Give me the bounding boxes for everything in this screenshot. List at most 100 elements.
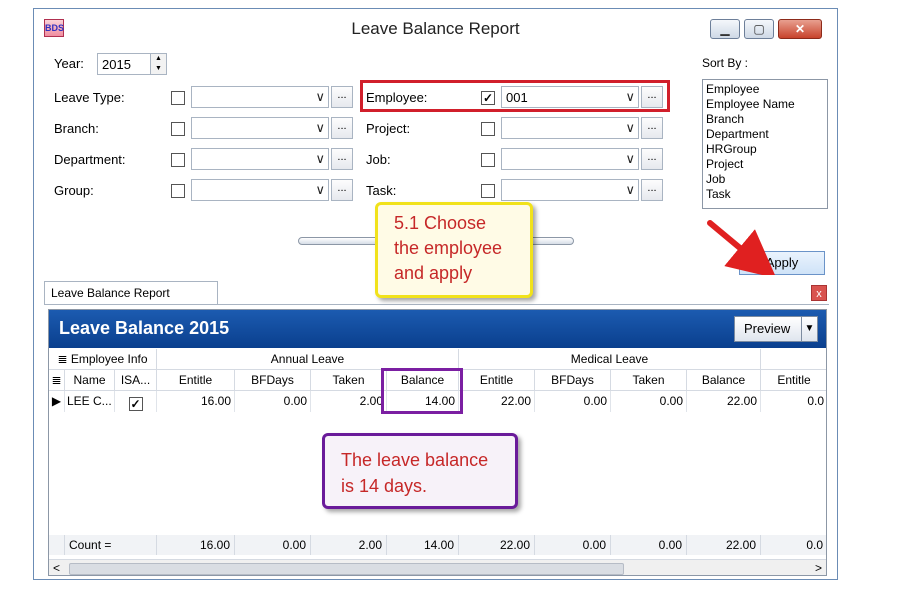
sort-item[interactable]: Department <box>706 127 824 142</box>
job-lookup-button[interactable]: ... <box>641 148 663 170</box>
leave-type-combo[interactable]: ∨ <box>191 86 329 108</box>
chevron-down-icon: ∨ <box>315 151 325 166</box>
job-combo[interactable]: ∨ <box>501 148 639 170</box>
branch-label: Branch: <box>54 121 99 136</box>
report-header: Leave Balance 2015 Preview ▼ <box>49 310 826 348</box>
column-header-medical-entitle[interactable]: Entitle <box>459 370 535 391</box>
tab-leave-balance-report[interactable]: Leave Balance Report <box>44 281 218 305</box>
callout-choose-employee: 5.1 Choose the employee and apply <box>375 202 533 298</box>
scroll-left-icon[interactable]: < <box>53 561 60 575</box>
column-header-medical-balance[interactable]: Balance <box>687 370 761 391</box>
leave-type-lookup-button[interactable]: ... <box>331 86 353 108</box>
tab-divider <box>44 304 829 305</box>
band-menu-icon[interactable]: ≣ <box>57 352 70 366</box>
isactive-checkbox[interactable]: ✓ <box>128 397 143 411</box>
year-label: Year: <box>54 56 84 71</box>
footer-medical-entitle: 22.00 <box>459 535 535 555</box>
scrollbar-thumb[interactable] <box>69 563 624 575</box>
cell-next-entitle[interactable]: 0.0 <box>761 391 826 412</box>
year-down-icon[interactable]: ▼ <box>150 64 166 74</box>
sort-item[interactable]: Employee Name <box>706 97 824 112</box>
cell-isactive[interactable]: ✓ <box>115 391 157 412</box>
branch-lookup-button[interactable]: ... <box>331 117 353 139</box>
column-header-medical-bfdays[interactable]: BFDays <box>535 370 611 391</box>
cell-annual-bfdays[interactable]: 0.00 <box>235 391 311 412</box>
column-header-annual-bfdays[interactable]: BFDays <box>235 370 311 391</box>
cell-name[interactable]: LEE C... <box>65 391 115 412</box>
footer-annual-balance: 14.00 <box>387 535 459 555</box>
column-header-annual-taken[interactable]: Taken <box>311 370 387 391</box>
sort-item[interactable]: Branch <box>706 112 824 127</box>
close-button[interactable]: ✕ <box>778 19 822 39</box>
year-spin-input[interactable]: 2015 ▲ ▼ <box>97 53 167 75</box>
column-header-next-entitle[interactable]: Entitle <box>761 370 826 391</box>
report-title: Leave Balance 2015 <box>59 318 230 338</box>
task-checkbox[interactable] <box>481 184 495 198</box>
cell-medical-balance[interactable]: 22.00 <box>687 391 761 412</box>
band-medical-leave: Medical Leave <box>459 349 761 370</box>
minimize-button[interactable]: ▁ <box>710 19 740 39</box>
footer-annual-bfdays: 0.00 <box>235 535 311 555</box>
sort-item[interactable]: HRGroup <box>706 142 824 157</box>
footer-medical-balance: 22.00 <box>687 535 761 555</box>
maximize-button[interactable]: ▢ <box>744 19 774 39</box>
department-lookup-button[interactable]: ... <box>331 148 353 170</box>
sort-item[interactable]: Employee <box>706 82 824 97</box>
cell-medical-taken[interactable]: 0.00 <box>611 391 687 412</box>
task-combo[interactable]: ∨ <box>501 179 639 201</box>
branch-combo[interactable]: ∨ <box>191 117 329 139</box>
task-label: Task: <box>366 183 397 198</box>
chevron-down-icon[interactable]: ▼ <box>801 317 817 341</box>
task-lookup-button[interactable]: ... <box>641 179 663 201</box>
branch-checkbox[interactable] <box>171 122 185 136</box>
leave-type-label: Leave Type: <box>54 90 125 105</box>
chevron-down-icon: ∨ <box>315 182 325 197</box>
employee-highlight-box <box>360 80 670 112</box>
group-lookup-button[interactable]: ... <box>331 179 353 201</box>
horizontal-scrollbar[interactable]: < > <box>49 559 826 575</box>
column-menu-icon[interactable]: ≣ <box>49 370 65 391</box>
sort-by-list[interactable]: Employee Employee Name Branch Department… <box>702 79 828 209</box>
column-header-name[interactable]: Name <box>65 370 115 391</box>
preview-button[interactable]: Preview ▼ <box>734 316 818 342</box>
footer-next-entitle: 0.0 <box>761 535 826 555</box>
chevron-down-icon: ∨ <box>625 151 635 166</box>
chevron-down-icon: ∨ <box>315 89 325 104</box>
group-label: Group: <box>54 183 94 198</box>
group-checkbox[interactable] <box>171 184 185 198</box>
year-up-icon[interactable]: ▲ <box>150 54 166 64</box>
job-label: Job: <box>366 152 391 167</box>
cell-annual-entitle[interactable]: 16.00 <box>157 391 235 412</box>
preview-label: Preview <box>744 321 791 336</box>
band-next <box>761 349 826 370</box>
project-checkbox[interactable] <box>481 122 495 136</box>
job-checkbox[interactable] <box>481 153 495 167</box>
row-indicator-icon: ▶ <box>49 391 65 412</box>
department-checkbox[interactable] <box>171 153 185 167</box>
department-combo[interactable]: ∨ <box>191 148 329 170</box>
sort-item[interactable]: Project <box>706 157 824 172</box>
cell-medical-entitle[interactable]: 22.00 <box>459 391 535 412</box>
department-label: Department: <box>54 152 126 167</box>
chevron-down-icon: ∨ <box>315 120 325 135</box>
sort-by-label: Sort By : <box>702 56 749 70</box>
chevron-down-icon: ∨ <box>625 182 635 197</box>
cell-medical-bfdays[interactable]: 0.00 <box>535 391 611 412</box>
project-combo[interactable]: ∨ <box>501 117 639 139</box>
sort-item[interactable]: Job <box>706 172 824 187</box>
group-combo[interactable]: ∨ <box>191 179 329 201</box>
footer-count: Count = <box>65 535 157 555</box>
footer-annual-taken: 2.00 <box>311 535 387 555</box>
scroll-right-icon[interactable]: > <box>815 561 822 575</box>
column-header-medical-taken[interactable]: Taken <box>611 370 687 391</box>
column-header-isactive[interactable]: ISA... <box>115 370 157 391</box>
title-bar: BDS Leave Balance Report ▁ ▢ ✕ <box>34 9 837 47</box>
footer-medical-taken: 0.00 <box>611 535 687 555</box>
cell-annual-taken[interactable]: 2.00 <box>311 391 387 412</box>
project-lookup-button[interactable]: ... <box>641 117 663 139</box>
leave-type-checkbox[interactable] <box>171 91 185 105</box>
tab-close-icon[interactable]: x <box>811 285 827 301</box>
chevron-down-icon: ∨ <box>625 120 635 135</box>
sort-item[interactable]: Task <box>706 187 824 202</box>
column-header-annual-entitle[interactable]: Entitle <box>157 370 235 391</box>
